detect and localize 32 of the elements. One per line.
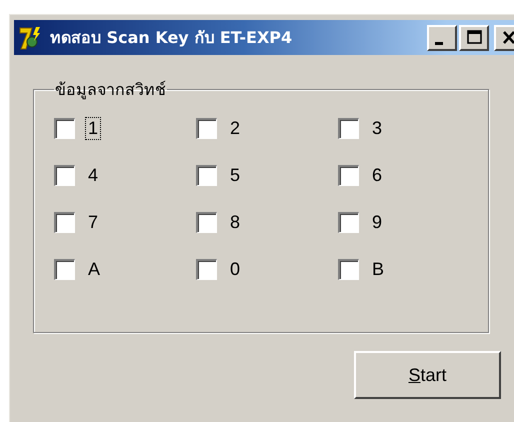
minimize-icon: [435, 42, 443, 44]
window-title: ทดสอบ Scan Key กับ ET-EXP4: [50, 27, 292, 49]
checkbox[interactable]: [54, 212, 75, 232]
checkbox-label: 0: [229, 258, 242, 280]
checkbox[interactable]: [196, 258, 217, 280]
checkbox[interactable]: [338, 164, 359, 186]
checkbox-label: 5: [229, 164, 242, 186]
checkbox[interactable]: [54, 164, 75, 186]
checkbox[interactable]: [54, 118, 75, 138]
checkbox-label: 8: [229, 210, 242, 234]
checkbox-label: 2: [229, 116, 242, 140]
group-label: ข้อมูลจากสวิทช์: [54, 79, 167, 102]
checkbox[interactable]: [196, 118, 217, 138]
checkbox[interactable]: [196, 212, 217, 232]
minimize-button[interactable]: [427, 24, 457, 50]
close-icon: [500, 29, 514, 46]
maximize-icon: [465, 29, 483, 46]
checkbox-label: 4: [87, 164, 100, 186]
checkbox-label: 7: [87, 210, 100, 234]
checkbox-label: A: [87, 258, 102, 280]
start-button[interactable]: Start: [354, 351, 501, 399]
checkbox[interactable]: [54, 258, 75, 280]
checkbox[interactable]: [338, 118, 359, 138]
checkbox[interactable]: [338, 212, 359, 232]
maximize-button[interactable]: [459, 24, 489, 50]
checkbox-label: 6: [371, 164, 384, 186]
checkbox[interactable]: [338, 258, 359, 280]
checkbox-label: 1: [85, 116, 102, 140]
checkbox-label: B: [371, 258, 386, 280]
checkbox-label: 3: [371, 116, 384, 140]
checkbox[interactable]: [196, 164, 217, 186]
checkbox-label: 9: [371, 210, 384, 234]
